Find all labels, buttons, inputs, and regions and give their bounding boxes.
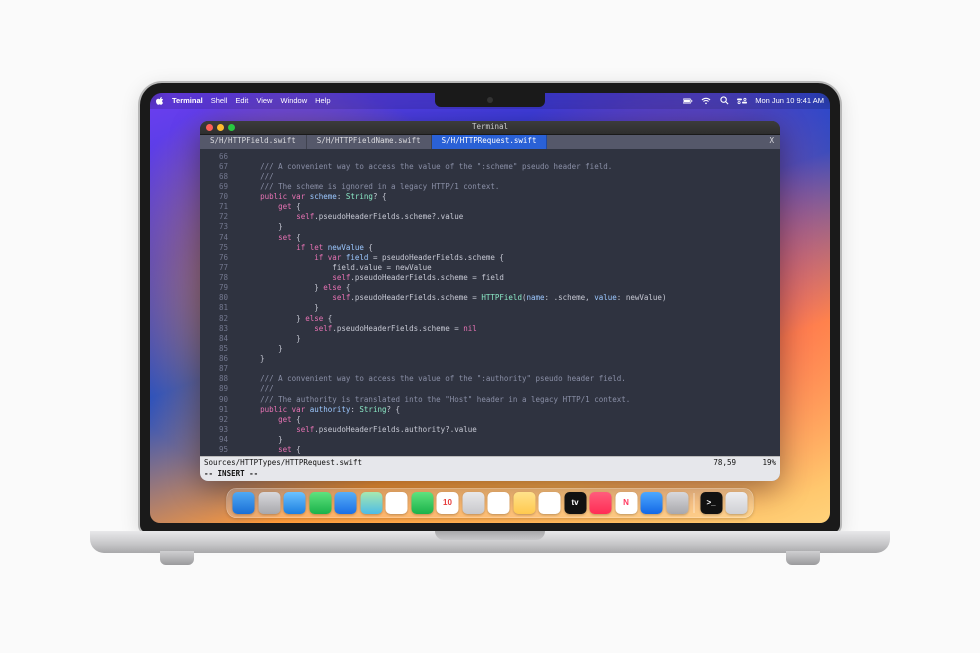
dock-item-mail[interactable] bbox=[335, 492, 357, 514]
code-line: 76 if var field = pseudoHeaderFields.sch… bbox=[206, 253, 774, 263]
code-line: 89 /// bbox=[206, 384, 774, 394]
menubar-app-name[interactable]: Terminal bbox=[172, 96, 203, 105]
vim-mode-line: -- INSERT -- bbox=[200, 469, 780, 480]
terminal-titlebar[interactable]: Terminal bbox=[200, 121, 780, 135]
code-line: 77 field.value = newValue bbox=[206, 263, 774, 273]
code-line: 92 get { bbox=[206, 415, 774, 425]
dock-item-terminal-app[interactable]: >_ bbox=[700, 492, 722, 514]
dock-item-contacts[interactable] bbox=[462, 492, 484, 514]
control-center-icon[interactable] bbox=[737, 97, 747, 105]
code-line: 83 self.pseudoHeaderFields.scheme = nil bbox=[206, 324, 774, 334]
code-line: 73 } bbox=[206, 222, 774, 232]
code-line: 81 } bbox=[206, 303, 774, 313]
code-line: 74 set { bbox=[206, 233, 774, 243]
laptop-feet bbox=[90, 553, 890, 571]
code-line: 75 if let newValue { bbox=[206, 243, 774, 253]
dock-item-photos[interactable] bbox=[386, 492, 408, 514]
dock-item-finder[interactable] bbox=[233, 492, 255, 514]
dock-item-notes[interactable] bbox=[513, 492, 535, 514]
battery-icon[interactable] bbox=[683, 97, 693, 105]
window-traffic-lights[interactable] bbox=[206, 124, 235, 131]
code-line: 87 bbox=[206, 364, 774, 374]
dock-item-calendar[interactable]: 10 bbox=[437, 492, 459, 514]
code-line: 67 /// A convenient way to access the va… bbox=[206, 162, 774, 172]
dock-item-messages[interactable] bbox=[309, 492, 331, 514]
code-line: 70 public var scheme: String? { bbox=[206, 192, 774, 202]
vim-statusline: Sources/HTTPTypes/HTTPRequest.swift 78,5… bbox=[200, 456, 780, 469]
code-line: 88 /// A convenient way to access the va… bbox=[206, 374, 774, 384]
zoom-icon[interactable] bbox=[228, 124, 235, 131]
minimize-icon[interactable] bbox=[217, 124, 224, 131]
dock-item-maps[interactable] bbox=[360, 492, 382, 514]
code-line: 91 public var authority: String? { bbox=[206, 405, 774, 415]
search-icon[interactable] bbox=[719, 96, 729, 105]
status-cursor-pos: 78,59 bbox=[713, 458, 736, 468]
menubar-clock[interactable]: Mon Jun 10 9:41 AM bbox=[755, 96, 824, 105]
code-editor[interactable]: 6667 /// A convenient way to access the … bbox=[200, 149, 780, 457]
dock-item-launchpad[interactable] bbox=[258, 492, 280, 514]
display-notch bbox=[435, 93, 545, 107]
close-icon[interactable] bbox=[206, 124, 213, 131]
menubar-item-shell[interactable]: Shell bbox=[211, 96, 228, 105]
menubar-item-window[interactable]: Window bbox=[280, 96, 307, 105]
code-line: 68 /// bbox=[206, 172, 774, 182]
dock-item-safari[interactable] bbox=[284, 492, 306, 514]
dock-item-trash[interactable] bbox=[726, 492, 748, 514]
code-line: 72 self.pseudoHeaderFields.scheme?.value bbox=[206, 212, 774, 222]
tab-close-icon[interactable]: X bbox=[769, 136, 774, 146]
code-line: 80 self.pseudoHeaderFields.scheme = HTTP… bbox=[206, 293, 774, 303]
dock-item-music[interactable] bbox=[590, 492, 612, 514]
dock-item-facetime[interactable] bbox=[411, 492, 433, 514]
code-line: 71 get { bbox=[206, 202, 774, 212]
code-line: 66 bbox=[206, 152, 774, 162]
code-line: 84 } bbox=[206, 334, 774, 344]
code-line: 82 } else { bbox=[206, 314, 774, 324]
apple-logo-icon[interactable] bbox=[156, 97, 164, 105]
desktop-screen: Terminal Shell Edit View Window Help Mon Jun… bbox=[150, 93, 830, 523]
dock-item-reminders[interactable] bbox=[488, 492, 510, 514]
code-line: 94 } bbox=[206, 435, 774, 445]
editor-tab[interactable]: S/H/HTTPField.swift bbox=[200, 135, 307, 149]
code-line: 95 set { bbox=[206, 445, 774, 455]
terminal-title: Terminal bbox=[472, 122, 508, 132]
code-line: 69 /// The scheme is ignored in a legacy… bbox=[206, 182, 774, 192]
status-percent: 19% bbox=[736, 458, 776, 468]
status-file-path: Sources/HTTPTypes/HTTPRequest.swift bbox=[204, 458, 362, 468]
code-line: 93 self.pseudoHeaderFields.authority?.va… bbox=[206, 425, 774, 435]
code-line: 85 } bbox=[206, 344, 774, 354]
terminal-window: Terminal S/H/HTTPField.swiftS/H/HTTPFiel… bbox=[200, 121, 780, 481]
editor-tab[interactable]: S/H/HTTPRequest.swift bbox=[432, 135, 548, 149]
laptop-lid: Terminal Shell Edit View Window Help Mon Jun… bbox=[140, 83, 840, 533]
dock-item-freeform[interactable] bbox=[539, 492, 561, 514]
menubar-item-edit[interactable]: Edit bbox=[235, 96, 248, 105]
laptop-frame: Terminal Shell Edit View Window Help Mon Jun… bbox=[140, 83, 840, 571]
code-line: 86 } bbox=[206, 354, 774, 364]
macos-dock: 10 tv N >_ bbox=[227, 488, 754, 518]
wifi-icon[interactable] bbox=[701, 97, 711, 105]
menubar-item-view[interactable]: View bbox=[256, 96, 272, 105]
dock-item-news[interactable]: N bbox=[615, 492, 637, 514]
dock-separator bbox=[694, 493, 695, 513]
dock-item-tv[interactable]: tv bbox=[564, 492, 586, 514]
editor-tabbar: S/H/HTTPField.swiftS/H/HTTPFieldName.swi… bbox=[200, 135, 780, 149]
code-line: 78 self.pseudoHeaderFields.scheme = fiel… bbox=[206, 273, 774, 283]
dock-item-settings[interactable] bbox=[666, 492, 688, 514]
menubar-item-help[interactable]: Help bbox=[315, 96, 330, 105]
dock-item-appstore[interactable] bbox=[641, 492, 663, 514]
code-line: 90 /// The authority is translated into … bbox=[206, 395, 774, 405]
laptop-base bbox=[90, 531, 890, 553]
editor-tab[interactable]: S/H/HTTPFieldName.swift bbox=[307, 135, 432, 149]
code-line: 79 } else { bbox=[206, 283, 774, 293]
